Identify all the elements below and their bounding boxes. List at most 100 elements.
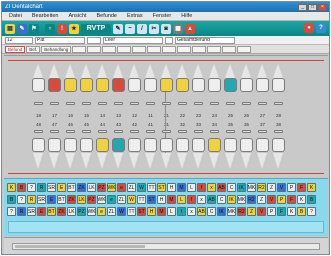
upper-tooth[interactable] — [272, 78, 285, 92]
patient-field[interactable]: Pat — [35, 36, 85, 44]
wave-icon[interactable]: ~ — [125, 23, 135, 34]
lower-tooth[interactable] — [80, 138, 93, 152]
close-button[interactable]: × — [318, 3, 327, 11]
upper-tooth[interactable] — [192, 78, 205, 92]
symbol-button[interactable]: ST — [137, 207, 146, 216]
tab-15[interactable] — [237, 45, 252, 53]
upper-tooth[interactable] — [144, 78, 157, 92]
symbol-button[interactable]: e — [97, 207, 106, 216]
tab-13[interactable] — [207, 45, 222, 53]
symbol-button[interactable]: W — [137, 183, 146, 192]
wrench-icon[interactable]: ✎ — [17, 23, 27, 34]
scrollbar-thumb[interactable] — [15, 245, 145, 248]
alert-icon[interactable]: ! — [57, 23, 67, 34]
symbol-button[interactable]: PZ — [77, 207, 86, 216]
upper-tooth[interactable] — [176, 78, 189, 92]
menu-bearbeiten[interactable]: Bearbeiten — [27, 13, 64, 19]
symbol-button[interactable]: K — [307, 183, 316, 192]
symbol-button[interactable]: E — [47, 195, 56, 204]
chart-icon[interactable]: ▤ — [5, 23, 15, 34]
symbol-button[interactable]: ? — [7, 207, 16, 216]
lower-tooth[interactable] — [272, 138, 285, 152]
symbol-button[interactable]: M — [177, 183, 186, 192]
horizontal-scrollbar[interactable] — [12, 243, 320, 250]
upper-tooth[interactable] — [96, 78, 109, 92]
symbol-input-strip[interactable] — [8, 221, 324, 233]
symbol-button[interactable]: IK — [227, 195, 236, 204]
minimize-button[interactable]: _ — [298, 3, 307, 11]
symbol-button[interactable]: e — [107, 195, 116, 204]
symbol-button[interactable]: SR — [37, 195, 46, 204]
symbol-button[interactable]: ZL — [107, 207, 116, 216]
symbol-button[interactable]: WK — [97, 195, 106, 204]
symbol-button[interactable]: P — [287, 183, 296, 192]
lower-tooth[interactable] — [176, 138, 189, 152]
symbol-button[interactable]: P — [267, 207, 276, 216]
symbol-button[interactable]: M — [167, 195, 176, 204]
symbol-button[interactable]: W — [127, 195, 136, 204]
lower-tooth[interactable] — [48, 138, 61, 152]
symbol-button[interactable]: f — [177, 207, 186, 216]
findings-field[interactable]: Gesamtbefund — [175, 36, 235, 44]
lower-tooth[interactable] — [128, 138, 141, 152]
menu-datei[interactable]: Datei — [4, 13, 27, 19]
symbol-button[interactable]: AB — [207, 195, 216, 204]
upper-tooth[interactable] — [208, 78, 221, 92]
upper-tooth[interactable] — [48, 78, 61, 92]
symbol-button[interactable]: x — [187, 207, 196, 216]
tab-behandlung[interactable]: Behandlung — [41, 45, 72, 53]
symbol-button[interactable]: IK — [217, 207, 226, 216]
menu-ansicht[interactable]: Ansicht — [63, 13, 91, 19]
symbol-button[interactable]: ZK — [77, 183, 86, 192]
empty-field[interactable] — [87, 36, 101, 44]
symbol-button[interactable]: x — [197, 195, 206, 204]
symbol-button[interactable]: IK — [237, 183, 246, 192]
symbol-button[interactable]: M — [157, 207, 166, 216]
symbol-button[interactable]: PZ — [97, 183, 106, 192]
pen-icon[interactable]: / — [137, 23, 147, 34]
lower-tooth[interactable] — [96, 138, 109, 152]
brush-icon[interactable]: ✎ — [113, 23, 123, 34]
symbol-button[interactable]: H — [157, 195, 166, 204]
symbol-button[interactable]: V — [257, 207, 266, 216]
symbol-button[interactable]: BT — [57, 195, 66, 204]
symbol-button[interactable]: R — [27, 195, 36, 204]
upper-tooth[interactable] — [112, 78, 125, 92]
symbol-button[interactable]: R2 — [237, 207, 246, 216]
symbol-button[interactable]: MK — [227, 207, 236, 216]
lower-tooth[interactable] — [208, 138, 221, 152]
upper-tooth[interactable] — [128, 78, 141, 92]
symbol-button[interactable]: x — [207, 183, 216, 192]
symbol-button[interactable]: ? — [307, 207, 316, 216]
upper-tooth[interactable] — [224, 78, 237, 92]
symbol-button[interactable]: R — [17, 207, 26, 216]
symbol-button[interactable]: MK — [237, 195, 246, 204]
tooth-icon[interactable]: ♆ — [45, 23, 55, 34]
lower-tooth[interactable] — [192, 138, 205, 152]
symbol-button[interactable]: ZL — [117, 195, 126, 204]
symbol-button[interactable]: F — [277, 207, 286, 216]
symbol-button[interactable]: K — [287, 207, 296, 216]
tab-4[interactable] — [72, 45, 87, 53]
tab-14[interactable] — [222, 45, 237, 53]
tab-10[interactable] — [162, 45, 177, 53]
symbol-button[interactable]: Z — [267, 183, 276, 192]
symbol-button[interactable]: WK — [107, 183, 116, 192]
symbol-button[interactable]: ZL — [127, 183, 136, 192]
tab-9[interactable] — [147, 45, 162, 53]
rvtp-label[interactable]: RVTP — [81, 23, 111, 34]
symbol-button[interactable]: TT — [147, 183, 156, 192]
symbol-button[interactable]: ZK — [57, 207, 66, 216]
warning-icon[interactable]: ▲ — [185, 23, 195, 34]
upper-tooth[interactable] — [240, 78, 253, 92]
symbol-button[interactable]: F — [297, 183, 306, 192]
tab-5[interactable] — [87, 45, 102, 53]
symbol-button[interactable]: Z — [257, 195, 266, 204]
menu-fenster[interactable]: Fenster — [148, 13, 177, 19]
lower-tooth[interactable] — [160, 138, 173, 152]
symbol-button[interactable]: V — [277, 183, 286, 192]
lower-tooth[interactable] — [32, 138, 45, 152]
symbol-button[interactable]: B — [17, 183, 26, 192]
upper-tooth[interactable] — [64, 78, 77, 92]
spacer-field[interactable] — [165, 36, 173, 44]
